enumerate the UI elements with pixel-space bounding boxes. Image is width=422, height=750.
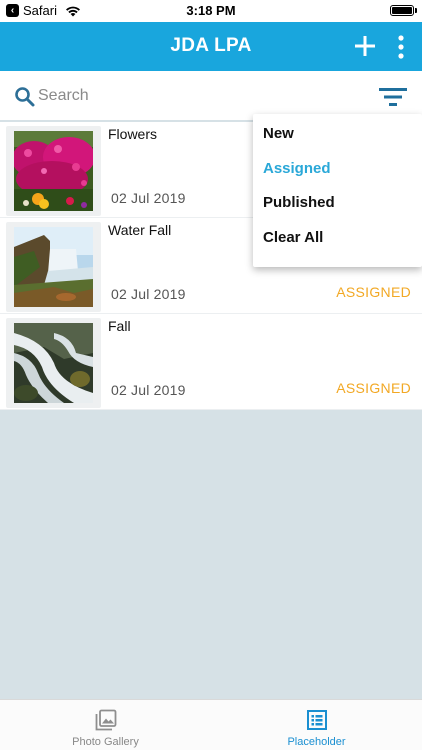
item-date: 02 Jul 2019 bbox=[111, 382, 186, 398]
waterfall-thumbnail bbox=[14, 227, 93, 307]
bottom-tab-bar: Photo Gallery Placeholder bbox=[0, 699, 422, 750]
list-item[interactable]: Fall 02 Jul 2019 ASSIGNED bbox=[0, 314, 422, 410]
thumbnail-frame bbox=[6, 222, 101, 312]
filter-icon[interactable] bbox=[378, 86, 408, 108]
list-icon bbox=[307, 710, 327, 730]
item-date: 02 Jul 2019 bbox=[111, 286, 186, 302]
filter-option-published[interactable]: Published bbox=[263, 194, 335, 211]
tab-photo-gallery[interactable]: Photo Gallery bbox=[0, 700, 211, 750]
thumbnail-frame bbox=[6, 318, 101, 408]
filter-dropdown: New Assigned Published Clear All bbox=[253, 114, 422, 267]
tab-placeholder[interactable]: Placeholder bbox=[211, 700, 422, 750]
image-gallery-icon bbox=[95, 709, 117, 731]
item-title: Flowers bbox=[108, 126, 158, 142]
thumbnail-frame bbox=[6, 126, 101, 216]
battery-icon bbox=[390, 5, 417, 16]
vertical-dots-icon[interactable] bbox=[392, 34, 410, 60]
search-input[interactable] bbox=[38, 85, 338, 107]
tab-label: Placeholder bbox=[287, 736, 346, 748]
search-bar bbox=[0, 71, 422, 120]
app-header: JDA LPA bbox=[0, 22, 422, 71]
status-time: 3:18 PM bbox=[186, 3, 236, 18]
plus-icon[interactable] bbox=[353, 34, 377, 58]
search-icon bbox=[15, 87, 35, 107]
filter-option-assigned[interactable]: Assigned bbox=[263, 160, 331, 177]
status-badge: ASSIGNED bbox=[336, 284, 411, 300]
fall-thumbnail bbox=[14, 323, 93, 403]
filter-option-new[interactable]: New bbox=[263, 125, 294, 142]
tab-label: Photo Gallery bbox=[72, 736, 139, 748]
status-bar: ‹ Safari 3:18 PM bbox=[0, 0, 422, 22]
filter-option-clear-all[interactable]: Clear All bbox=[263, 229, 323, 246]
flowers-thumbnail bbox=[14, 131, 93, 211]
item-title: Water Fall bbox=[108, 222, 172, 238]
item-title: Fall bbox=[108, 318, 131, 334]
status-badge: ASSIGNED bbox=[336, 380, 411, 396]
item-date: 02 Jul 2019 bbox=[111, 190, 186, 206]
